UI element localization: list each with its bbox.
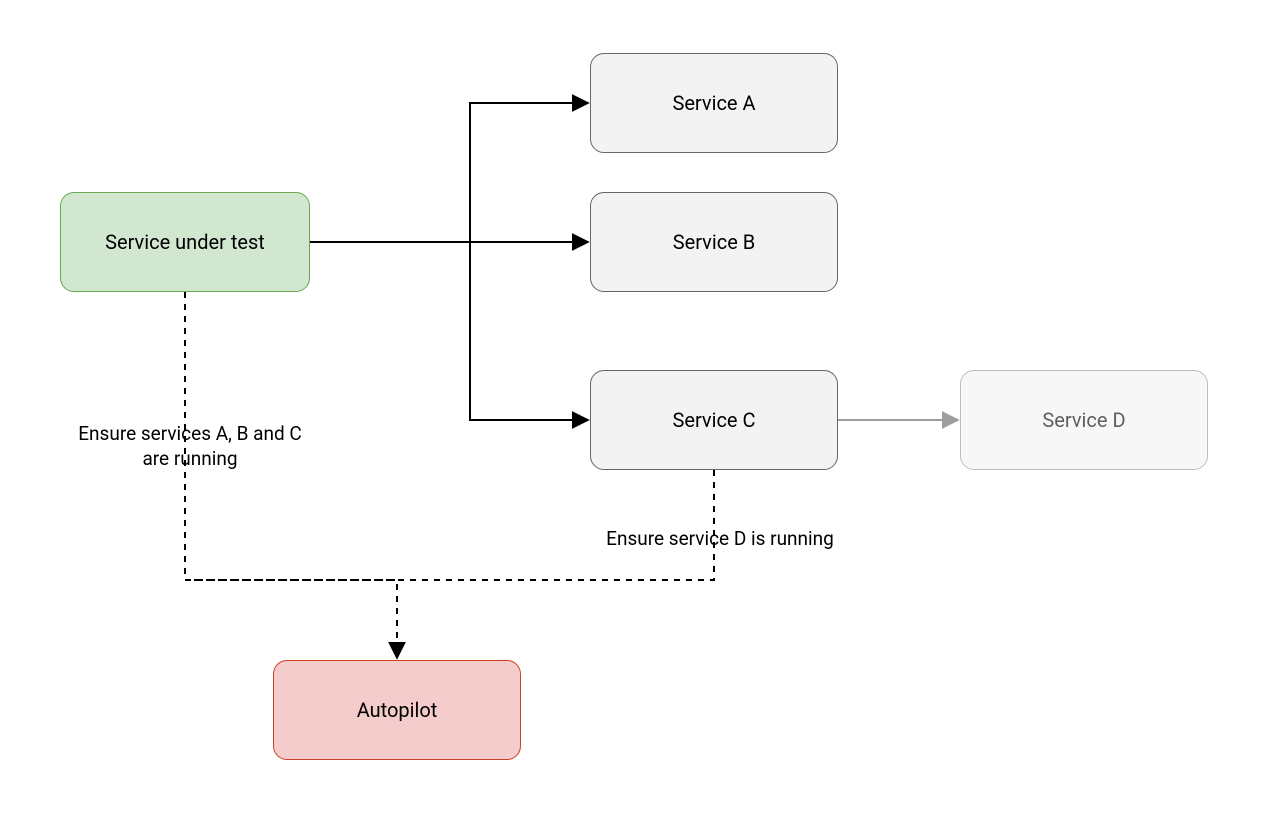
edge-label-ensure-d: Ensure service D is running <box>560 500 880 551</box>
node-label: Service C <box>672 408 755 432</box>
node-label: Service B <box>673 230 755 254</box>
diagram-canvas: Service under test Service A Service B S… <box>0 0 1280 828</box>
label-text: Ensure service D is running <box>606 527 834 550</box>
edge-sut-to-a <box>470 103 588 242</box>
node-service-d: Service D <box>960 370 1208 470</box>
node-label: Service A <box>672 91 755 115</box>
node-autopilot: Autopilot <box>273 660 521 760</box>
edge-trunk-to-autopilot <box>185 580 397 658</box>
node-label: Autopilot <box>357 698 438 722</box>
edge-label-ensure-abc: Ensure services A, B and C are running <box>40 395 340 472</box>
node-label: Service under test <box>105 230 265 254</box>
node-service-c: Service C <box>590 370 838 470</box>
edge-sut-to-c <box>470 242 588 420</box>
label-text: Ensure services A, B and C are running <box>78 422 302 471</box>
node-service-under-test: Service under test <box>60 192 310 292</box>
node-service-a: Service A <box>590 53 838 153</box>
node-label: Service D <box>1042 408 1125 432</box>
node-service-b: Service B <box>590 192 838 292</box>
